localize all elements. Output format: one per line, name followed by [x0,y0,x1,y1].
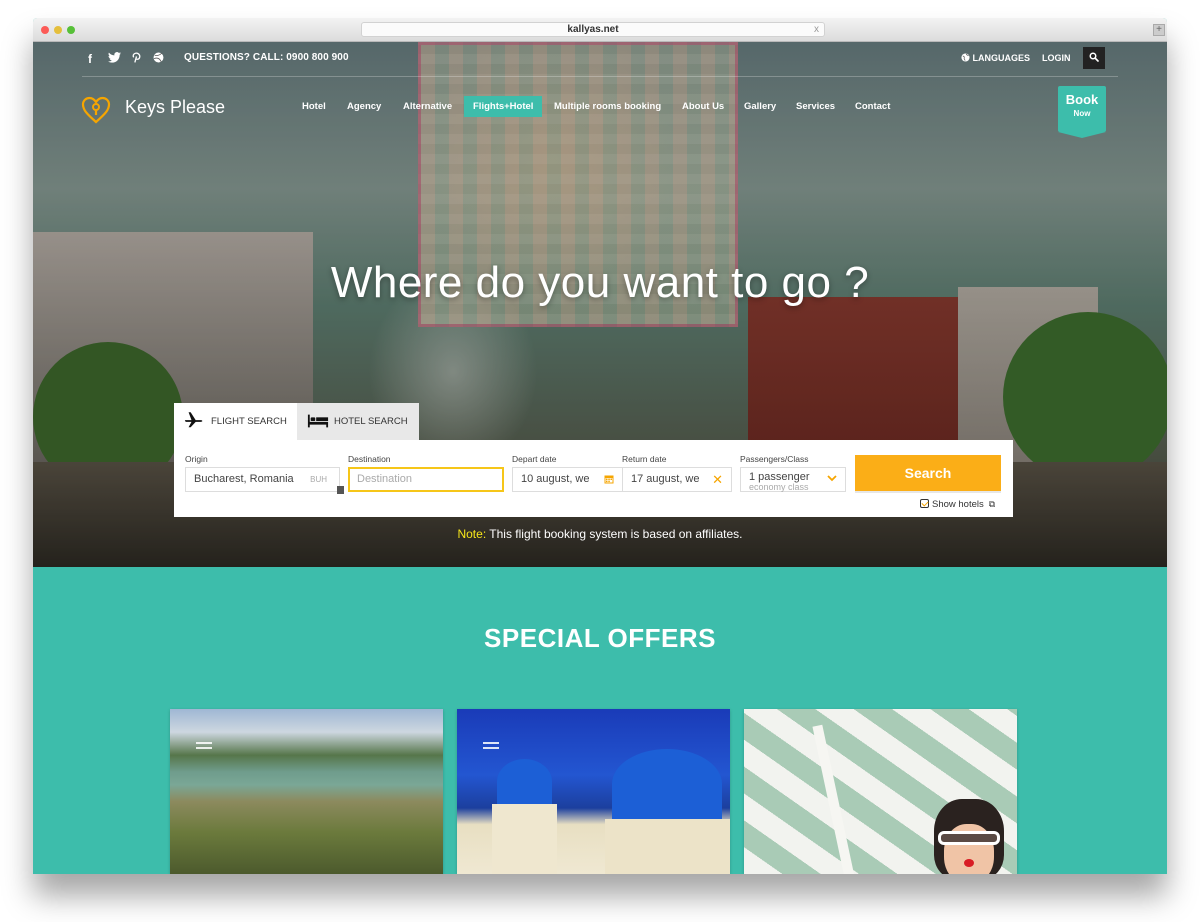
show-hotels-toggle[interactable]: Show hotels ⧉ [920,499,995,510]
languages-link[interactable]: LANGUAGES [961,53,1030,63]
depart-date-value: 10 august, we [521,473,590,485]
affiliate-note: Note: This flight booking system is base… [33,527,1167,541]
globe-icon [961,53,973,63]
image-dome-small [497,759,552,804]
image-lips [964,859,974,867]
image-dome-large [612,749,722,819]
book-now-sublabel: Now [1073,109,1091,118]
offer-card-umbrella[interactable] [744,709,1017,874]
address-bar-url: kallyas.net [567,24,619,35]
passengers-class-select[interactable]: 1 passenger economy class [740,467,846,492]
passengers-class-label: Passengers/Class [740,454,809,464]
image-umbrella-pole [812,724,856,874]
note-text: This flight booking system is based on a… [486,527,743,541]
show-hotels-checkbox[interactable] [920,499,929,508]
offer-card-lake[interactable] [170,709,443,874]
nav-item-gallery[interactable]: Gallery [735,96,785,117]
image-church-building [605,819,730,874]
external-link-icon: ⧉ [988,499,996,509]
menu-icon[interactable] [483,742,499,749]
origin-airport-code: BUH [310,475,327,484]
airplane-icon [184,403,204,440]
nav-item-about-us[interactable]: About Us [673,96,733,117]
image-woman-sunglasses [934,799,1004,874]
twitter-icon[interactable] [108,52,121,66]
maximize-window-button[interactable] [67,26,75,34]
browser-toolbar: kallyas.net x + [33,18,1167,42]
special-offers-title: SPECIAL OFFERS [484,623,716,653]
note-prefix: Note: [457,527,487,541]
search-icon [1089,52,1099,62]
origin-label: Origin [185,454,208,464]
nav-item-hotel[interactable]: Hotel [293,96,335,117]
contact-phone-text: QUESTIONS? CALL: 0900 800 900 [184,52,349,63]
depart-date-input[interactable]: 10 august, we [512,467,623,492]
top-bar-divider [82,76,1118,77]
origin-input[interactable]: Bucharest, Romania BUH [185,467,340,492]
search-button[interactable]: Search [855,455,1001,491]
book-now-button[interactable]: Book Now [1058,86,1106,138]
languages-label: LANGUAGES [972,53,1031,63]
hero-headline: Where do you want to go ? [330,258,870,307]
logo-text[interactable]: Keys Please [125,97,225,118]
image-church-tower [492,804,557,874]
calendar-icon[interactable] [604,468,614,491]
return-date-input[interactable]: 17 august, we ✕ [622,467,732,492]
offer-card-santorini[interactable] [457,709,730,874]
tab-hotel-search[interactable]: HOTEL SEARCH [297,403,419,440]
top-bar: f QUESTIONS? CALL: 0900 800 900 LANGUAGE… [33,42,1167,76]
chevron-down-icon [827,473,837,485]
minimize-window-button[interactable] [54,26,62,34]
origin-value: Bucharest, Romania [194,473,294,485]
nav-item-flights-hotel[interactable]: Flights+Hotel [464,96,543,117]
return-date-value: 17 august, we [631,473,700,485]
show-hotels-label: Show hotels [932,499,984,510]
image-sunglasses [938,831,1000,845]
return-date-label: Return date [622,454,667,464]
bed-icon [307,403,329,440]
menu-icon[interactable] [196,742,212,749]
logo-heart-key-icon[interactable] [81,96,111,124]
destination-placeholder: Destination [357,473,413,485]
origin-dropdown-handle-icon[interactable] [337,486,344,494]
new-tab-button[interactable]: + [1153,24,1165,36]
book-now-label: Book [1065,92,1099,107]
tab-hotel-search-label: HOTEL SEARCH [334,416,408,427]
flight-search-form: Origin Bucharest, Romania BUH Destinatio… [174,440,1013,517]
clear-return-date-icon[interactable]: ✕ [712,468,723,491]
nav-item-services[interactable]: Services [787,96,844,117]
nav-item-multiple-rooms-booking[interactable]: Multiple rooms booking [545,96,670,117]
login-link[interactable]: LOGIN [1042,53,1071,63]
pinterest-icon[interactable] [132,52,141,66]
address-bar[interactable]: kallyas.net x [361,22,825,37]
destination-input[interactable]: Destination [348,467,504,492]
facebook-icon[interactable]: f [88,52,92,66]
search-toggle-button[interactable] [1083,47,1105,69]
clear-url-icon[interactable]: x [814,23,819,36]
close-window-button[interactable] [41,26,49,34]
nav-item-contact[interactable]: Contact [846,96,899,117]
nav-item-alternative[interactable]: Alternative [394,96,461,117]
dribbble-icon[interactable] [153,52,164,66]
tab-flight-search[interactable]: FLIGHT SEARCH [174,403,297,440]
nav-item-agency[interactable]: Agency [338,96,390,117]
destination-label: Destination [348,454,391,464]
tab-flight-search-label: FLIGHT SEARCH [211,416,287,427]
depart-date-label: Depart date [512,454,557,464]
browser-window: kallyas.net x + f QUESTIONS? CALL: 0900 … [33,18,1167,874]
